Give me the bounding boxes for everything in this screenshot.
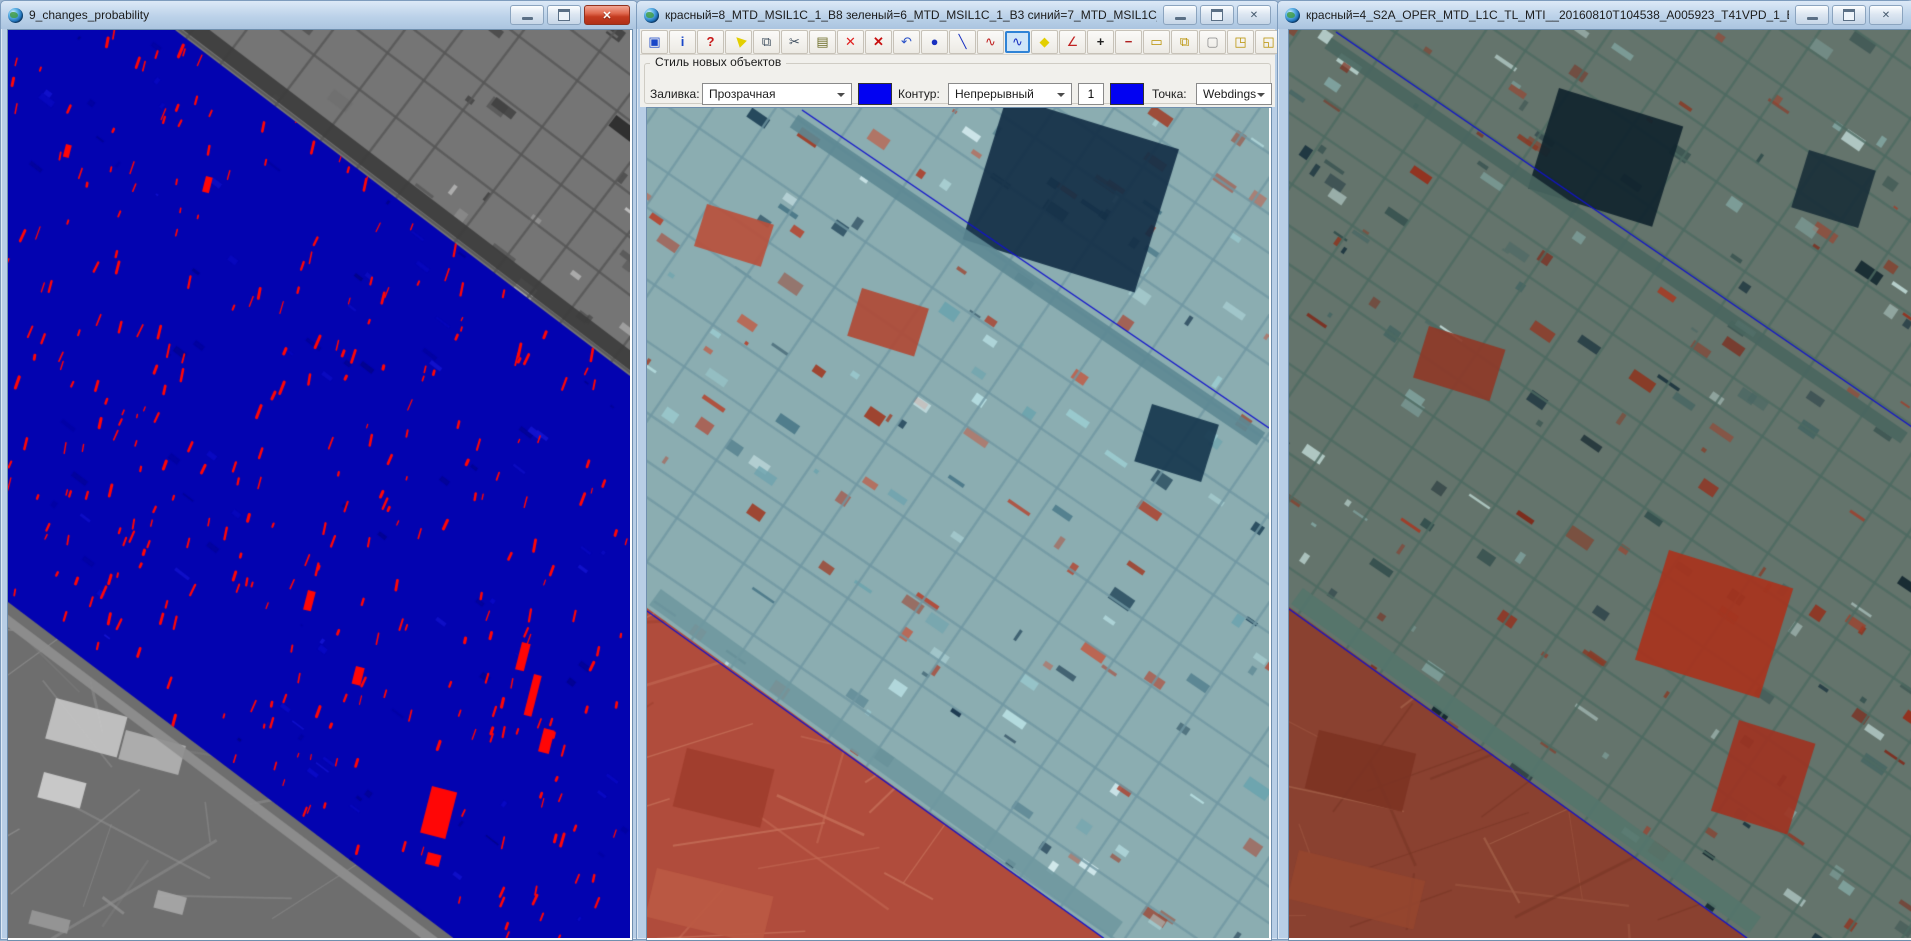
minimize-button[interactable] [1163, 5, 1197, 25]
draw-polyline-icon: ∿ [985, 35, 996, 48]
point-label: Точка: [1152, 87, 1187, 101]
close-icon: ✕ [1250, 10, 1258, 21]
minimize-button[interactable] [510, 5, 544, 25]
undo-icon: ↶ [901, 35, 912, 48]
restore-button[interactable] [1832, 5, 1866, 25]
close-icon: ✕ [602, 9, 611, 22]
restore-icon [1211, 9, 1223, 21]
outline-label: Контур: [898, 87, 940, 101]
titlebar-middle[interactable]: красный=8_MTD_MSIL1C_1_B8 зеленый=6_MTD_… [637, 1, 1278, 29]
map-canvas-change-probability[interactable] [8, 30, 630, 938]
minimize-icon [1807, 17, 1818, 20]
select-icon: ▶ [730, 33, 746, 49]
paste-icon: ▤ [816, 35, 828, 48]
close-button[interactable]: ✕ [584, 5, 630, 25]
add-node-icon: + [1097, 35, 1105, 48]
map-document-icon [1285, 8, 1300, 23]
copy-button[interactable]: ⧉ [753, 30, 780, 54]
restore-button[interactable] [547, 5, 581, 25]
restore-icon [1843, 9, 1855, 21]
map-canvas-composite-2015[interactable] [647, 108, 1269, 938]
close-button[interactable]: ✕ [1237, 5, 1271, 25]
map-canvas-s2a-2016[interactable] [1289, 30, 1911, 938]
paste-button[interactable]: ▤ [809, 30, 836, 54]
fill-label: Заливка: [650, 87, 700, 101]
draw-point-button[interactable]: ● [921, 30, 948, 54]
map-document-icon [8, 8, 23, 23]
fill-value: Прозрачная [709, 87, 775, 101]
restore-icon [558, 9, 570, 21]
identify-icon: ? [707, 35, 715, 48]
edit-nodes-button[interactable]: ∿ [1005, 31, 1030, 53]
cut-icon: ✂ [789, 35, 800, 48]
info-icon: i [681, 35, 685, 48]
style-group-title: Стиль новых объектов [650, 55, 786, 69]
move-node-icon: ◆ [1040, 35, 1050, 48]
minimize-button[interactable] [1795, 5, 1829, 25]
window-title: 9_changes_probability [29, 8, 149, 22]
remove-node-button[interactable]: − [1115, 30, 1142, 54]
draw-point-icon: ● [931, 35, 939, 48]
edit-nodes-icon: ∿ [1012, 35, 1023, 48]
editing-toolbar: ▣ i? ▶ ⧉ ✂ ▤ ✕ ✕ ↶ ● ╲ ∿ ∿ ◆ ∠ + − ▭ ⧉ ▢ ◳ ◱ [640, 29, 1275, 55]
outline-value: Непрерывный [955, 87, 1034, 101]
insert-angle-icon: ∠ [1067, 35, 1079, 48]
paste-into-rectangle-icon: ◳ [1234, 35, 1246, 48]
undo-button[interactable]: ↶ [893, 30, 920, 54]
duplicate-object-icon: ⧉ [1180, 35, 1189, 48]
close-button[interactable]: ✕ [1869, 5, 1903, 25]
delete-node-button[interactable]: ✕ [837, 30, 864, 54]
fill-color-swatch[interactable] [858, 83, 892, 105]
add-node-button[interactable]: + [1087, 30, 1114, 54]
delete-button[interactable]: ✕ [865, 30, 892, 54]
delete-icon: ✕ [873, 35, 884, 48]
info-button[interactable]: i [669, 30, 696, 54]
minimize-icon [1175, 17, 1186, 20]
window-title: красный=8_MTD_MSIL1C_1_B8 зеленый=6_MTD_… [665, 8, 1157, 22]
new-object-style-panel: Стиль новых объектов Заливка: Прозрачная… [640, 55, 1275, 107]
select-rectangle-button[interactable]: ▢ [1199, 30, 1226, 54]
node-rectangle-button[interactable]: ▭ [1143, 30, 1170, 54]
titlebar-left[interactable]: 9_changes_probability ✕ [1, 1, 637, 29]
save-button[interactable]: ▣ [641, 30, 668, 54]
close-icon: ✕ [1882, 10, 1890, 21]
outline-combobox[interactable]: Непрерывный [948, 83, 1072, 105]
cut-button[interactable]: ✂ [781, 30, 808, 54]
remove-node-icon: − [1125, 35, 1133, 48]
outline-color-swatch[interactable] [1110, 83, 1144, 105]
paste-into-rectangle-button[interactable]: ◳ [1227, 30, 1254, 54]
draw-line-button[interactable]: ╲ [949, 30, 976, 54]
duplicate-object-button[interactable]: ⧉ [1171, 30, 1198, 54]
map-document-icon [644, 8, 659, 23]
draw-line-icon: ╲ [959, 35, 967, 48]
identify-button[interactable]: ? [697, 30, 724, 54]
point-font-value: Webdings [1203, 87, 1256, 101]
delete-node-icon: ✕ [845, 35, 856, 48]
draw-polyline-button[interactable]: ∿ [977, 30, 1004, 54]
save-icon: ▣ [648, 35, 660, 48]
select-rectangle-icon: ▢ [1206, 35, 1218, 48]
window-msil1c-composite: красный=8_MTD_MSIL1C_1_B8 зеленый=6_MTD_… [636, 0, 1279, 940]
fill-combobox[interactable]: Прозрачная [702, 83, 852, 105]
merge-objects-icon: ◱ [1262, 35, 1274, 48]
titlebar-right[interactable]: красный=4_S2A_OPER_MTD_L1C_TL_MTI__20160… [1278, 1, 1911, 29]
select-button[interactable]: ▶ [725, 30, 752, 54]
copy-icon: ⧉ [762, 35, 771, 48]
move-node-button[interactable]: ◆ [1031, 30, 1058, 54]
window-title: красный=4_S2A_OPER_MTD_L1C_TL_MTI__20160… [1306, 8, 1789, 22]
point-font-combobox[interactable]: Webdings [1196, 83, 1272, 105]
restore-button[interactable] [1200, 5, 1234, 25]
minimize-icon [522, 17, 533, 20]
insert-angle-button[interactable]: ∠ [1059, 30, 1086, 54]
window-change-probability: 9_changes_probability ✕ [0, 0, 638, 940]
outline-width-input[interactable] [1078, 83, 1104, 105]
window-s2a-composite: красный=4_S2A_OPER_MTD_L1C_TL_MTI__20160… [1277, 0, 1911, 940]
node-rectangle-icon: ▭ [1150, 35, 1162, 48]
